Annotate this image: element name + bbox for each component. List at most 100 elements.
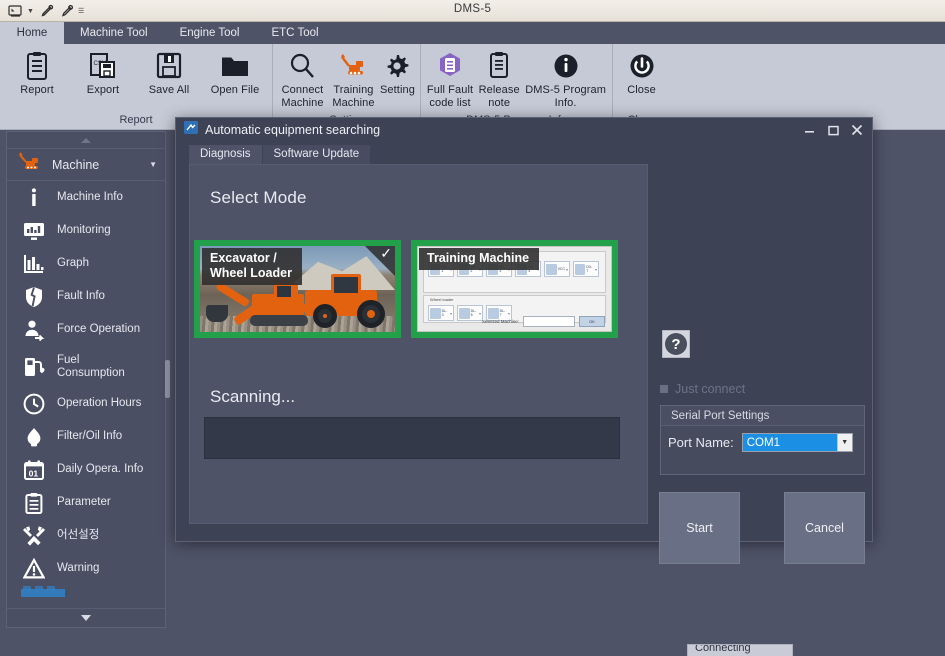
wheel-loader-front-wheel [313, 304, 337, 328]
setting-button[interactable]: Setting [379, 47, 416, 111]
maximize-button[interactable] [822, 120, 844, 140]
sidebar-item-fuel-consumption[interactable]: FuelConsumption [7, 346, 165, 387]
dms5-program-info-label-l2: Info. [555, 97, 577, 109]
tab-etc-tool[interactable]: ETC Tool [255, 22, 334, 44]
dialog-title: Automatic equipment searching [205, 123, 791, 137]
selected-machine-ok-button[interactable]: OK [579, 316, 605, 327]
sidebar-item-label: 어선설정 [57, 529, 99, 542]
tab-diagnosis[interactable]: Diagnosis [189, 145, 262, 164]
full-fault-code-list-label-l1: Full Fault [427, 84, 473, 96]
dialog-titlebar[interactable]: Automatic equipment searching [176, 118, 872, 142]
connect-machine-button[interactable]: ConnectMachine [277, 47, 328, 111]
dms5-program-info-button[interactable]: DMS-5 ProgramInfo. [523, 47, 608, 111]
info-circle-icon [552, 50, 580, 82]
info-i-icon [23, 187, 45, 209]
sidebar-item-monitoring[interactable]: Monitoring [7, 214, 165, 247]
sidebar-item-partial[interactable] [7, 585, 165, 601]
folder-icon [220, 50, 250, 82]
training-machine-label-l1: Training [333, 84, 373, 96]
full-fault-code-list-button[interactable]: Full Faultcode list [425, 47, 475, 111]
dialog-action-buttons: Start Cancel [659, 492, 865, 564]
machine-cell[interactable]: VCC▾ [544, 261, 570, 277]
screen-icon[interactable] [8, 5, 23, 18]
sidebar-scrollbar-thumb[interactable] [165, 360, 170, 398]
just-connect-checkbox[interactable]: Just connect [660, 382, 745, 396]
mode-card-list: ✓ Excavator / Wheel Loader Excavator [194, 240, 618, 338]
mode-card-excavator-wheel-loader[interactable]: ✓ Excavator / Wheel Loader [194, 240, 401, 338]
sidebar-item-graph[interactable]: Graph [7, 247, 165, 280]
sidebar-scrollbar[interactable] [165, 132, 170, 629]
sidebar-item-filter-oil-info[interactable]: Filter/Oil Info [7, 420, 165, 453]
diagnosis-panel: Select Mode [189, 164, 648, 524]
sidebar-scroll-down-button[interactable] [7, 608, 165, 627]
machine-thumb-icon [575, 264, 585, 275]
help-button[interactable]: ? [662, 330, 690, 358]
chevron-down-icon[interactable]: ▼ [837, 434, 852, 451]
sidebar-item-force-operation[interactable]: Force Operation [7, 313, 165, 346]
machine-cell[interactable]: DL-5▾ [457, 305, 483, 321]
report-button[interactable]: Report [4, 47, 70, 111]
sidebar-item-label: Machine Info [57, 191, 123, 204]
full-fault-code-list-label-l2: code list [429, 97, 470, 109]
os-window-titlebar: DMS-5 ▼ ☰ [0, 0, 945, 22]
tab-engine-tool[interactable]: Engine Tool [164, 22, 256, 44]
pen-icon[interactable] [40, 4, 54, 18]
excavator-track [250, 315, 308, 326]
tab-machine-tool[interactable]: Machine Tool [64, 22, 164, 44]
sidebar-scroll-up-button[interactable] [7, 132, 165, 149]
more-icon[interactable]: ☰ [78, 7, 84, 15]
gear-icon [383, 50, 411, 82]
sidebar-item-parameter[interactable]: Parameter [7, 486, 165, 519]
sidebar-item-warning[interactable]: Warning [7, 552, 165, 585]
training-machine-label-l2: Machine [332, 97, 374, 109]
sidebar-item-option-settings[interactable]: 어선설정 [7, 519, 165, 552]
tab-home[interactable]: Home [0, 22, 64, 44]
sidebar-item-label: Monitoring [57, 224, 111, 237]
select-mode-title: Select Mode [210, 188, 307, 208]
selected-machine-input[interactable] [523, 316, 575, 327]
close-icon[interactable] [846, 120, 868, 140]
mode-card-caption-l1: Excavator / [210, 251, 277, 265]
training-machine-button[interactable]: TrainingMachine [328, 47, 379, 111]
chevron-down-icon [81, 615, 91, 621]
hex-clipboard-icon [436, 50, 464, 82]
bottom-partial-button[interactable]: Connecting [687, 644, 793, 656]
sidebar-item-operation-hours[interactable]: Operation Hours [7, 387, 165, 420]
save-all-button[interactable]: Save All [136, 47, 202, 111]
mode-card-training-machine[interactable]: Excavator DX-1▾ DX-2▾ DX-3▾ DX-4▾ VCC▾ D… [411, 240, 618, 338]
calendar-01-icon: 01 [23, 459, 45, 481]
svg-text:01: 01 [29, 468, 39, 478]
dropdown-caret-icon[interactable]: ▼ [27, 8, 34, 15]
machine-cell-label: DX-7 [586, 265, 594, 273]
mode-card-caption-l2: Wheel Loader [210, 266, 292, 280]
sidebar-item-label: Filter/Oil Info [57, 430, 122, 443]
chevron-down-icon: ▾ [566, 267, 568, 272]
sidebar-item-label: Parameter [57, 496, 111, 509]
sidebar-header[interactable]: Machine ▼ [7, 149, 165, 181]
minimize-button[interactable] [798, 120, 820, 140]
machine-cell[interactable]: DX-7▾ [573, 261, 599, 277]
selected-machine-label: Selected Machine: [482, 319, 519, 324]
sidebar-item-fault-info[interactable]: Fault Info [7, 280, 165, 313]
sidebar-item-daily-opera-info[interactable]: 01 Daily Opera. Info [7, 453, 165, 486]
scanning-label: Scanning... [210, 387, 295, 407]
scanning-log-box[interactable] [204, 417, 620, 459]
close-button[interactable]: Close [617, 47, 666, 111]
serial-port-settings-group: Serial Port Settings Port Name: COM1 ▼ [660, 405, 865, 475]
machine-thumb-icon [430, 308, 441, 319]
start-button[interactable]: Start [659, 492, 740, 564]
sidebar-item-machine-info[interactable]: Machine Info [7, 181, 165, 214]
sidebar: Machine ▼ Machine Info Monitoring [6, 131, 166, 628]
chevron-down-icon[interactable]: ▼ [149, 160, 157, 169]
question-mark-icon: ? [665, 333, 687, 355]
export-button[interactable]: CSV Export [70, 47, 136, 111]
link-icon[interactable] [60, 4, 74, 18]
tab-software-update[interactable]: Software Update [263, 145, 371, 164]
cancel-button[interactable]: Cancel [784, 492, 865, 564]
open-file-button[interactable]: Open File [202, 47, 268, 111]
dms5-program-info-label-l1: DMS-5 Program [525, 84, 606, 96]
port-name-select[interactable]: COM1 ▼ [742, 433, 853, 452]
export-button-label: Export [87, 84, 119, 97]
release-note-button[interactable]: Releasenote [475, 47, 523, 111]
machine-cell[interactable]: DL-3▾ [428, 305, 454, 321]
